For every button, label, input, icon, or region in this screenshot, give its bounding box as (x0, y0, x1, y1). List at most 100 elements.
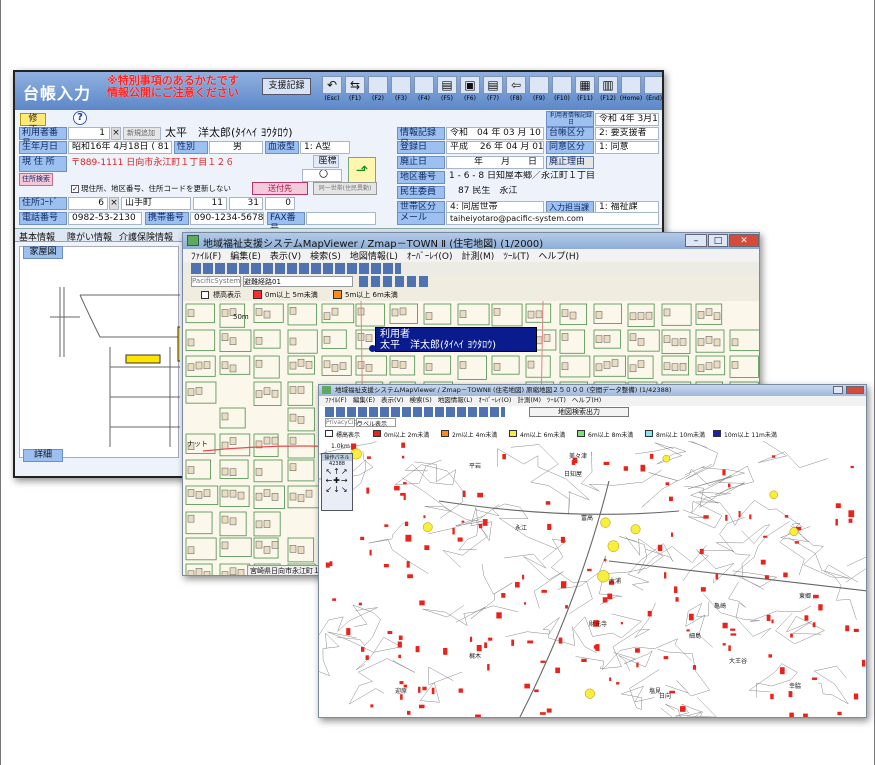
tab-care-insurance[interactable]: 介護保険情報 (119, 230, 173, 243)
close-icon[interactable] (846, 386, 864, 394)
mobile-label: 携帯番号 (145, 212, 189, 225)
menu-item[interactable]: 表示(V) (270, 252, 301, 262)
birth-field[interactable]: 昭和16年 4月18日 ( 81 歳 ) (68, 141, 172, 154)
sex-field[interactable]: 男 (209, 141, 263, 154)
address-label: 現 住 所 (19, 156, 67, 172)
menu-item[interactable]: ﾌｧｲﾙ(F) (325, 396, 347, 404)
pan-arrows-icon[interactable]: ↖↑↗ ←✚→ ↙↓↘ (322, 467, 352, 494)
coordinate-marker[interactable]: 〇 (302, 169, 342, 182)
addr-code-1[interactable]: 6 (68, 197, 108, 210)
layer-select[interactable]: PrivacyCity (325, 418, 359, 427)
minimize-icon[interactable]: – (685, 234, 707, 247)
no-update-checkbox[interactable]: ✓ (71, 185, 79, 193)
no-update-text: 現住所、地区番号、住所コードを更新しない (81, 184, 231, 193)
map-search-output-button[interactable]: 地図検索出力 (529, 407, 629, 417)
same-household-button[interactable]: 同一世帯(住民異動) (313, 182, 377, 195)
legend-swatch (645, 430, 653, 437)
details-button[interactable]: 詳細 (23, 449, 63, 462)
tab-disability[interactable]: 障がい情報 (67, 230, 112, 243)
ledger-class-field[interactable]: 2: 要支援者 (595, 127, 659, 140)
place-label: 東郷 (799, 593, 812, 600)
label-select[interactable]: ラベル表示 (356, 418, 396, 428)
consent-label: 同意区分 (546, 141, 594, 154)
maximize-icon[interactable]: □ (708, 234, 728, 247)
menu-item[interactable]: 地図情報(L) (350, 252, 398, 262)
menu-item[interactable]: ﾂｰﾙ(T) (547, 396, 566, 404)
abolish-date-field[interactable]: 年 月 日 (446, 156, 544, 169)
floor-plan-drawing (50, 287, 180, 447)
close-icon[interactable]: ✕ (729, 234, 759, 247)
mobile-field[interactable]: 090-1234-5678 (190, 212, 264, 225)
tab-basic[interactable]: 基本情報 (19, 230, 55, 243)
special-notice-line2: 情報公開にご注意ください (107, 86, 239, 99)
help-icon[interactable]: ? (73, 111, 87, 125)
floor-plan-header[interactable]: 家屋図 (23, 246, 63, 259)
user-location-balloon[interactable]: 利用者 太平 洋太郎(ﾀｲﾍｲ ﾖｳﾀﾛｳ) (375, 327, 537, 352)
elevation-checkbox[interactable] (201, 291, 209, 299)
legend-label: 標高表示 (213, 291, 241, 299)
route-tools[interactable] (359, 276, 429, 287)
support-record-button[interactable]: 支援記録 (262, 78, 311, 95)
place-label: 迎原 (395, 688, 408, 695)
toolbar-icons[interactable] (191, 263, 401, 274)
toolbar-icons[interactable] (325, 407, 505, 417)
menu-bar: ﾌｧｲﾙ(F) 編集(E) 表示(V) 検索(S) 地図情報(L) ｵｰﾊﾞｰﾚｲ(O) 計… (183, 249, 759, 262)
addr-code-3[interactable]: 31 (229, 197, 263, 210)
balloon-name: 太平 洋太郎(ﾀｲﾍｲ ﾖｳﾀﾛｳ) (380, 340, 496, 351)
coordinate-label: 座標 (313, 155, 339, 168)
navigation-panel[interactable]: 操作パネル 42388 ↖↑↗ ←✚→ ↙↓↘ (321, 453, 353, 511)
legend-swatch (441, 430, 449, 437)
welfare-field[interactable]: 87 民生 永江 (446, 186, 576, 199)
legend-label: 5m以上 6m未満 (345, 291, 398, 299)
menu-item[interactable]: ｵｰﾊﾞｰﾚｲ(O) (407, 252, 453, 262)
address-text: 〒889-1111 日向市永江町１丁目１２６ (71, 158, 235, 168)
reg-date-field[interactable]: 平成 26 年 04 月 01 日 (446, 141, 544, 154)
addr-code-town[interactable]: 山手町 (121, 197, 191, 210)
menu-item[interactable]: ｵｰﾊﾞｰﾚｲ(O) (478, 396, 511, 404)
menu-item[interactable]: 検索(S) (310, 252, 341, 262)
menu-item[interactable]: ヘルプ(H) (572, 396, 601, 404)
menu-item[interactable]: 計測(M) (517, 396, 541, 404)
layer-select[interactable]: PacificSystem (191, 276, 241, 287)
route-select[interactable]: 避難経路01 (243, 276, 353, 287)
window-title: 地域福祉支援システムMapViewer / Zmap－TOWN Ⅱ (住宅地図)… (203, 239, 544, 250)
menu-item[interactable]: 検索(S) (410, 396, 432, 404)
phone-field[interactable]: 0982-53-2130 (68, 212, 142, 225)
map-link-icon[interactable]: ⬏ (348, 157, 376, 183)
new-user-button[interactable]: 新規追加 (123, 127, 161, 140)
place-label: 日知屋 (564, 471, 583, 478)
consent-field[interactable]: 1: 同意 (595, 141, 659, 154)
menu-item[interactable]: 編集(E) (353, 396, 375, 404)
place-label: 幸脇 (789, 683, 802, 690)
addr-code-clear[interactable]: × (109, 197, 119, 210)
balloon-title: 利用者 (380, 329, 410, 340)
addr-code-4[interactable]: 0 (265, 197, 295, 210)
user-no-field[interactable]: 1 (68, 127, 110, 140)
menu-item[interactable]: ﾂｰﾙ(T) (503, 252, 529, 262)
menu-item[interactable]: 地図情報(L) (438, 396, 473, 404)
user-no-clear[interactable]: × (111, 127, 121, 140)
menu-item[interactable]: 編集(E) (230, 252, 261, 262)
address-search-button[interactable]: 住所検索 (19, 173, 53, 186)
legend-swatch[interactable] (325, 430, 333, 437)
district-field[interactable]: 1 - 6 - 8 日知屋本郷／永江町１丁目 (446, 171, 636, 184)
menu-item[interactable]: ヘルプ(H) (538, 252, 579, 262)
blood-field[interactable]: 1: A型 (300, 141, 350, 154)
addr-code-2[interactable]: 11 (193, 197, 227, 210)
menu-item[interactable]: 計測(M) (462, 252, 495, 262)
wide-map-drawing (319, 441, 866, 717)
minimize-icon[interactable] (833, 386, 843, 394)
function-key-icon (644, 76, 662, 94)
function-key-icon (414, 76, 434, 94)
fax-label: FAX番号 (267, 212, 305, 234)
wide-map-canvas[interactable]: 1.0km 富高日知屋財光寺美々津塩見平岩細島東郷亀崎大王谷鶴町日向永江梶木幸脇… (319, 441, 866, 717)
info-date-field[interactable]: 令和 04 年 03 月 10 日 (446, 127, 544, 140)
fax-field[interactable] (306, 212, 376, 225)
function-key-label: (End) (645, 95, 663, 102)
function-key[interactable]: (End) (641, 75, 663, 109)
mail-field[interactable]: taiheiyotaro@pacific-system.com (446, 212, 659, 225)
menu-item[interactable]: 表示(V) (381, 396, 404, 404)
send-destination-button[interactable]: 送付先 (252, 182, 308, 195)
menu-item[interactable]: ﾌｧｲﾙ(F) (191, 252, 221, 262)
app-icon (187, 235, 199, 246)
